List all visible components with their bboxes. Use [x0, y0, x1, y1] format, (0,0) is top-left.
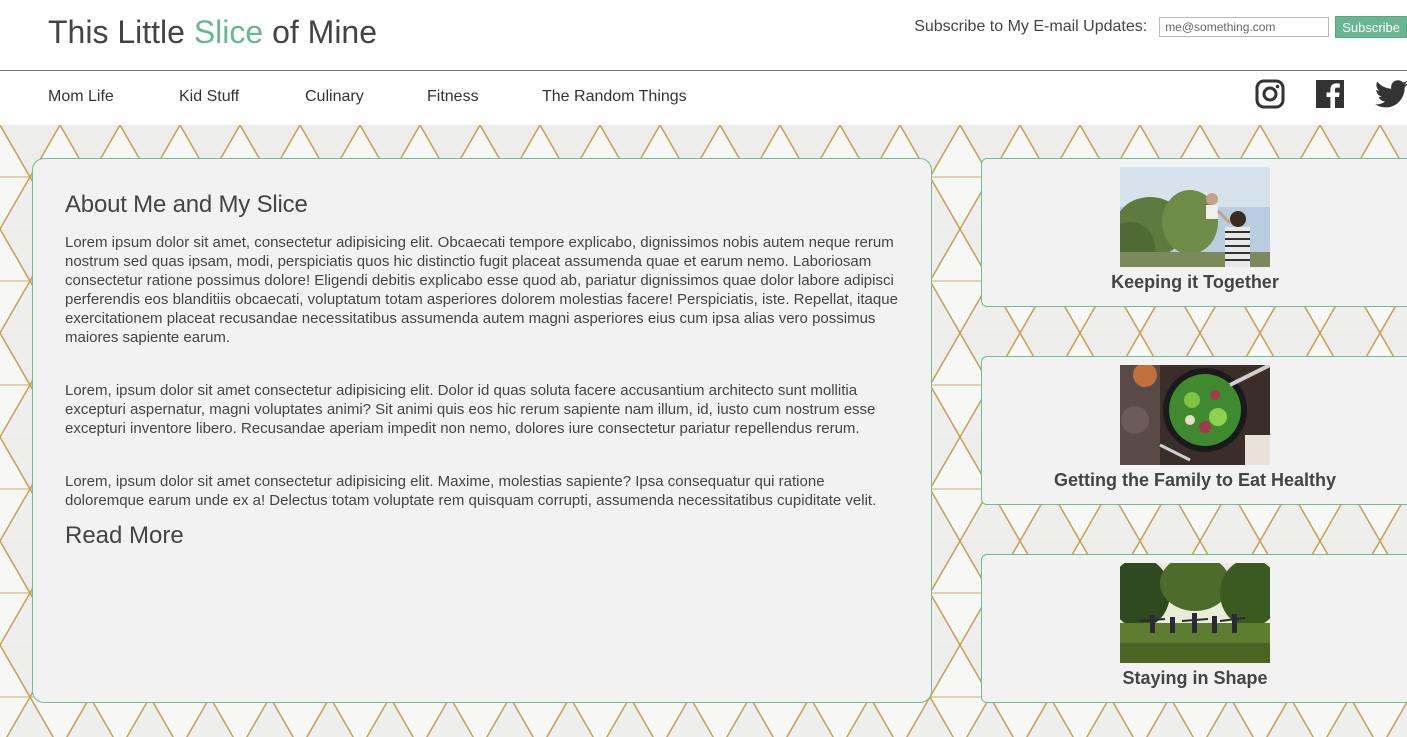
post-card-eat-healthy[interactable]: Getting the Family to Eat Healthy: [981, 356, 1407, 505]
post-card-title[interactable]: Getting the Family to Eat Healthy: [982, 470, 1407, 491]
outdoor-yoga-photo: [1120, 563, 1270, 663]
post-card-staying-shape[interactable]: Staying in Shape: [981, 554, 1407, 703]
nav-item-fitness[interactable]: Fitness: [427, 88, 479, 106]
about-paragraph: Lorem, ipsum dolor sit amet consectetur …: [65, 473, 877, 509]
nav-item-mom-life[interactable]: Mom Life: [48, 88, 114, 106]
about-title: About Me and My Slice: [65, 191, 308, 218]
post-card-title[interactable]: Keeping it Together: [982, 272, 1407, 293]
post-card-title[interactable]: Staying in Shape: [982, 668, 1407, 689]
subscribe-button[interactable]: Subscribe: [1335, 16, 1407, 38]
main-nav: Mom Life Kid Stuff Culinary Fitness The …: [0, 71, 1407, 125]
salad-bowl-photo: [1120, 365, 1270, 465]
read-more-link[interactable]: Read More: [65, 522, 184, 550]
site-title-part1: This Little: [48, 14, 194, 50]
parent-lifting-child-photo: [1120, 167, 1270, 267]
subscribe-label: Subscribe to My E-mail Updates:: [914, 18, 1148, 35]
site-title-accent: Slice: [193, 14, 264, 50]
site-title[interactable]: This Little Slice of Mine: [48, 14, 377, 51]
facebook-icon[interactable]: [1315, 79, 1345, 109]
email-input[interactable]: [1159, 17, 1330, 37]
instagram-icon[interactable]: [1255, 79, 1285, 109]
site-title-part2: of Mine: [263, 14, 378, 50]
twitter-icon[interactable]: [1375, 79, 1407, 109]
nav-item-culinary[interactable]: Culinary: [305, 88, 364, 106]
subscribe-form: Subscribe to My E-mail Updates: Subscrib…: [914, 16, 1407, 38]
about-card: About Me and My Slice Lorem ipsum dolor …: [32, 158, 932, 703]
nav-item-kid-stuff[interactable]: Kid Stuff: [179, 88, 239, 106]
nav-item-random-things[interactable]: The Random Things: [542, 88, 687, 106]
site-header: This Little Slice of Mine Subscribe to M…: [0, 0, 1407, 71]
about-paragraph: Lorem, ipsum dolor sit amet consectetur …: [65, 382, 876, 437]
about-paragraph: Lorem ipsum dolor sit amet, consectetur …: [65, 234, 898, 346]
post-card-keeping-together[interactable]: Keeping it Together: [981, 158, 1407, 307]
